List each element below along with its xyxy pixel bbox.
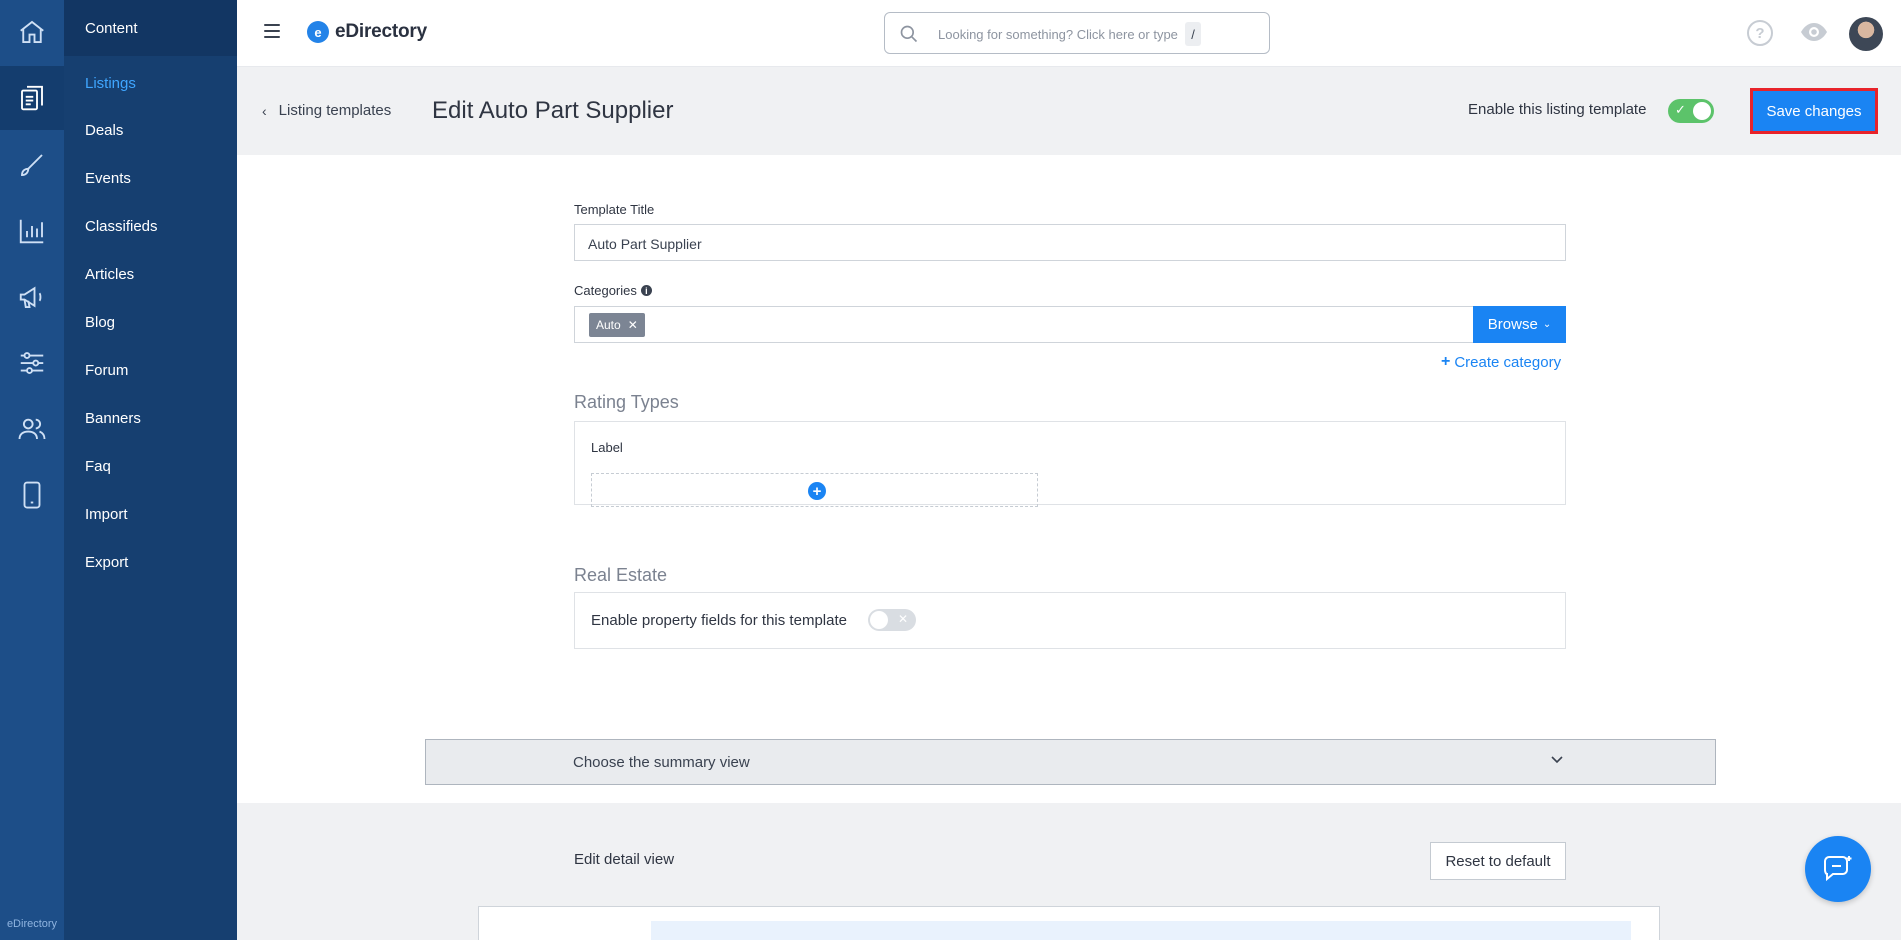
reset-to-default-button[interactable]: Reset to default	[1430, 842, 1566, 880]
rail-brand-label: eDirectory	[6, 918, 58, 930]
add-circle-icon[interactable]: +	[808, 482, 826, 500]
create-category-label: Create category	[1454, 353, 1562, 371]
user-avatar[interactable]	[1849, 17, 1883, 51]
detail-preview-block	[651, 921, 1631, 940]
top-bar: e eDirectory Looking for something? Clic…	[237, 0, 1901, 67]
property-fields-label: Enable property fields for this template	[591, 612, 847, 629]
subnav-item-banners[interactable]: Banners	[85, 410, 141, 427]
page-header: ‹ Listing templates Edit Auto Part Suppl…	[237, 67, 1901, 155]
logo-mark: e	[307, 21, 329, 43]
category-chip: Auto ✕	[589, 313, 645, 337]
search-placeholder: Looking for something? Click here or typ…	[938, 27, 1178, 42]
edit-detail-view-label: Edit detail view	[574, 851, 675, 868]
menu-icon[interactable]	[264, 24, 280, 38]
subnav-item-deals[interactable]: Deals	[85, 122, 123, 139]
rating-types-box: Label +	[574, 421, 1566, 507]
subnav-header: Content	[64, 0, 237, 56]
design-icon[interactable]	[0, 133, 64, 197]
categories-label-row: Categories i	[574, 283, 652, 298]
chevron-left-icon: ‹	[262, 102, 267, 119]
info-icon[interactable]: i	[640, 285, 652, 296]
subnav-item-classifieds[interactable]: Classifieds	[85, 218, 158, 235]
form-panel: Template Title Auto Part Supplier Catego…	[237, 155, 1901, 803]
close-icon: ✕	[897, 612, 908, 626]
property-fields-toggle[interactable]: ✕	[868, 609, 916, 631]
page-title: Edit Auto Part Supplier	[432, 97, 674, 124]
chat-support-button[interactable]	[1805, 836, 1871, 902]
subnav-item-faq[interactable]: Faq	[85, 458, 111, 475]
back-link[interactable]: ‹ Listing templates	[262, 102, 391, 119]
template-title-input[interactable]: Auto Part Supplier	[574, 224, 1566, 261]
reports-icon[interactable]	[0, 199, 64, 263]
chevron-down-icon: ⌄	[1542, 319, 1552, 330]
chat-icon	[1824, 856, 1852, 882]
search-shortcut-key: /	[1185, 22, 1201, 46]
plus-icon: +	[1441, 353, 1451, 370]
enable-template-toggle[interactable]: ✓	[1668, 99, 1714, 123]
category-chip-label: Auto	[596, 318, 621, 332]
real-estate-title: Real Estate	[574, 565, 668, 585]
rating-types-title: Rating Types	[574, 392, 679, 412]
subnav-item-events[interactable]: Events	[85, 170, 131, 187]
subnav-item-forum[interactable]: Forum	[85, 362, 128, 379]
mobile-icon[interactable]	[0, 463, 64, 527]
toggle-knob	[1693, 102, 1711, 120]
content-icon[interactable]	[0, 66, 64, 130]
summary-view-label: Choose the summary view	[573, 754, 750, 771]
summary-view-accordion[interactable]: Choose the summary view	[425, 739, 1716, 785]
rating-label-header: Label	[591, 440, 623, 455]
users-icon[interactable]	[0, 397, 64, 461]
logo-text: eDirectory	[335, 21, 427, 42]
template-title-label: Template Title	[574, 202, 655, 217]
subnav-item-blog[interactable]: Blog	[85, 314, 115, 331]
check-icon: ✓	[1675, 102, 1686, 117]
help-icon[interactable]: ?	[1747, 20, 1773, 46]
categories-label: Categories	[574, 283, 637, 298]
back-link-label: Listing templates	[278, 102, 392, 119]
search-input[interactable]: Looking for something? Click here or typ…	[884, 12, 1270, 54]
categories-input[interactable]: Auto ✕	[574, 306, 1473, 343]
subnav-item-listings[interactable]: Listings	[85, 75, 136, 92]
remove-chip-icon[interactable]: ✕	[628, 318, 638, 332]
subnav-item-articles[interactable]: Articles	[85, 266, 134, 283]
chevron-down-icon	[1551, 756, 1563, 764]
icon-rail: eDirectory	[0, 0, 64, 940]
subnav-item-export[interactable]: Export	[85, 554, 128, 571]
detail-view-section: Edit detail view Reset to default	[237, 803, 1901, 940]
home-icon[interactable]	[0, 0, 64, 64]
toggle-knob	[870, 611, 888, 629]
settings-icon[interactable]	[0, 331, 64, 395]
detail-preview-frame	[478, 906, 1660, 940]
save-changes-button[interactable]: Save changes	[1750, 88, 1878, 134]
browse-label: Browse	[1487, 316, 1538, 333]
add-rating-dropzone[interactable]: +	[591, 473, 1038, 507]
real-estate-box: Enable property fields for this template…	[574, 592, 1566, 649]
enable-template-label: Enable this listing template	[1468, 101, 1647, 118]
promote-icon[interactable]	[0, 265, 64, 329]
search-icon	[900, 25, 918, 43]
preview-eye-icon[interactable]	[1800, 22, 1828, 47]
app-logo[interactable]: e eDirectory	[307, 21, 427, 43]
browse-button[interactable]: Browse ⌄	[1473, 306, 1566, 343]
create-category-link[interactable]: + Create category	[1441, 353, 1561, 371]
content-subnav: Content Listings Deals Events Classified…	[64, 0, 237, 940]
subnav-item-import[interactable]: Import	[85, 506, 128, 523]
